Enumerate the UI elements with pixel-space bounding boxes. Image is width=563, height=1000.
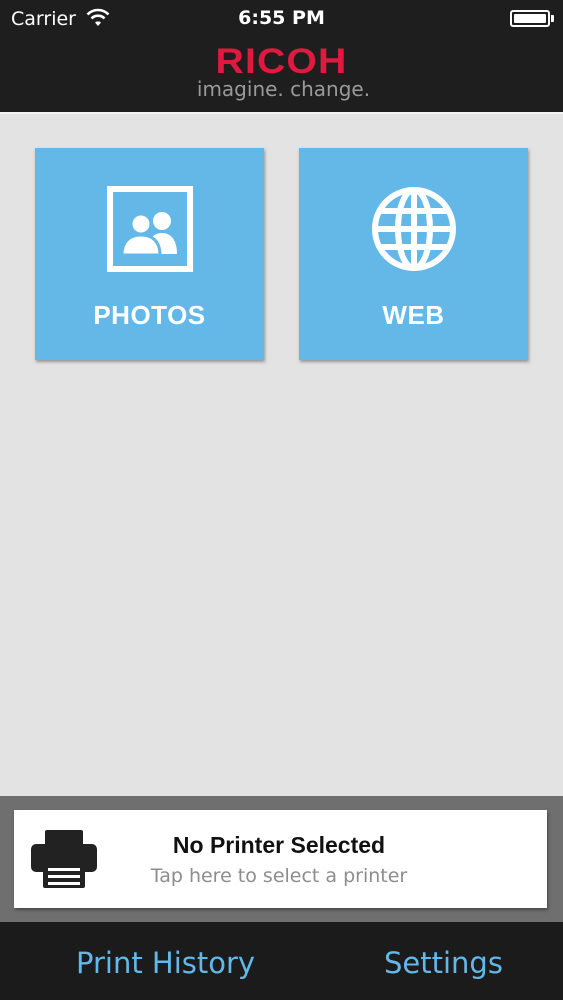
- clock: 6:55 PM: [238, 7, 325, 29]
- photos-tile-label: PHOTOS: [93, 300, 206, 330]
- settings-tab[interactable]: Settings: [384, 946, 503, 980]
- photos-icon: [107, 186, 193, 272]
- printer-status-subtitle: Tap here to select a printer: [150, 865, 408, 887]
- header-divider: [0, 112, 563, 114]
- logo-tagline: imagine. change.: [196, 77, 371, 101]
- logo-wordmark: RICOH: [215, 42, 348, 81]
- battery-nub: [551, 15, 554, 22]
- status-bar: Carrier 6:55 PM: [0, 0, 563, 38]
- web-tile-label: WEB: [382, 300, 445, 330]
- select-printer-button[interactable]: No Printer Selected Tap here to select a…: [14, 810, 547, 908]
- bottom-tab-bar: Print History Settings: [0, 922, 563, 1000]
- print-history-tab[interactable]: Print History: [76, 946, 255, 980]
- app-header: Carrier 6:55 PM RICOH imagine. change.: [0, 0, 563, 113]
- photos-tile[interactable]: PHOTOS: [35, 148, 264, 360]
- web-tile[interactable]: WEB: [299, 148, 528, 360]
- printer-status-title: No Printer Selected: [172, 832, 386, 858]
- battery-icon: [510, 10, 550, 27]
- ricoh-logo: RICOH imagine. change.: [0, 42, 563, 101]
- globe-icon: [372, 187, 456, 271]
